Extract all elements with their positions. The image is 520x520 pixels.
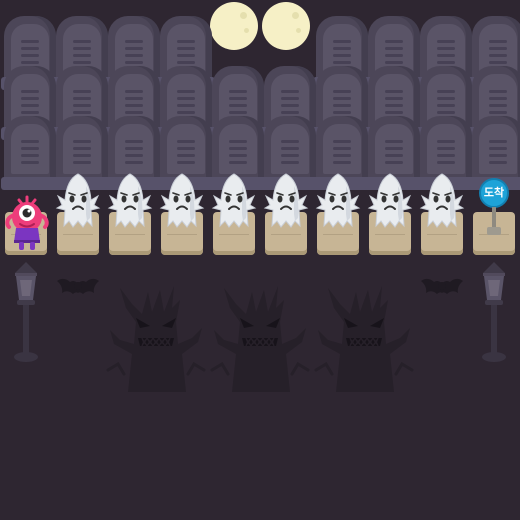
ghost-icon	[211, 172, 257, 230]
spooky-tree-icon	[314, 282, 414, 394]
bat-icon	[56, 276, 100, 298]
street-lamp-icon	[8, 260, 44, 364]
ghost-icon	[315, 172, 361, 230]
spooky-tree-icon	[106, 282, 206, 394]
moon-icon	[262, 2, 310, 50]
ghost-icon	[107, 172, 153, 230]
moon-icon	[210, 2, 258, 50]
street-lamp-icon	[476, 260, 512, 364]
spooky-tree-icon	[210, 282, 310, 394]
goal-label: 도착	[479, 178, 509, 208]
goal-sign-pole	[492, 207, 496, 229]
player-character[interactable]	[5, 194, 49, 252]
ghost-icon	[263, 172, 309, 230]
ghost-icon	[159, 172, 205, 230]
game-board: 도착	[0, 0, 520, 520]
tombstone-icon	[1, 116, 59, 190]
bat-icon	[420, 276, 464, 298]
ghost-icon	[367, 172, 413, 230]
goal-sign: 도착	[476, 178, 512, 240]
goal-sign-base	[487, 227, 501, 235]
ghost-icon	[55, 172, 101, 230]
ghost-icon	[419, 172, 465, 230]
